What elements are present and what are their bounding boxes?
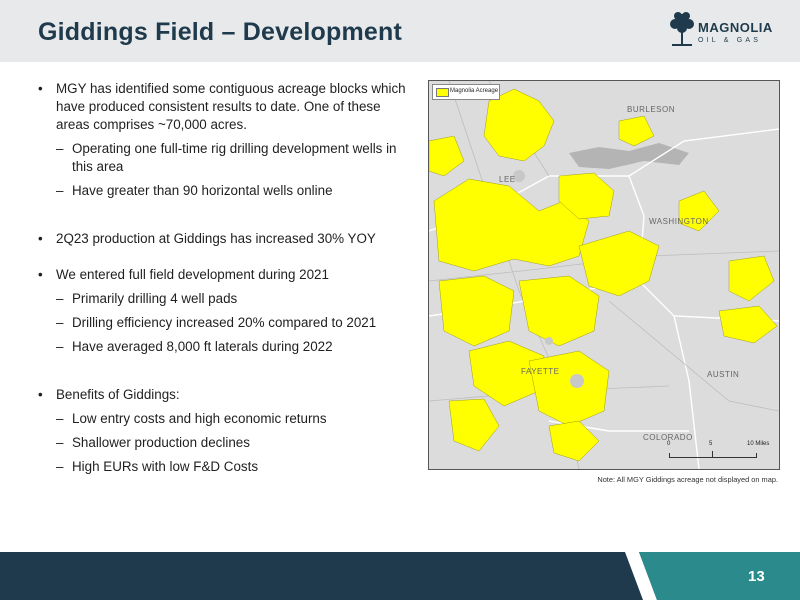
logo-tagline: OIL & GAS [698, 37, 762, 44]
legend-swatch [436, 88, 449, 97]
map-footnote: Note: All MGY Giddings acreage not displ… [597, 475, 778, 484]
sub-bullet-item: High EURs with low F&D Costs [38, 458, 408, 476]
county-label-austin: AUSTIN [707, 370, 740, 379]
map-graphic [429, 81, 779, 469]
county-label-lee: LEE [499, 175, 516, 184]
county-label-washington: WASHINGTON [649, 217, 709, 226]
header-bar: Giddings Field – Development MAGNOLIA OI… [0, 0, 800, 62]
page-title: Giddings Field – Development [38, 18, 402, 46]
county-label-fayette: FAYETTE [521, 367, 560, 376]
sub-bullet-item: Operating one full-time rig drilling dev… [38, 140, 408, 176]
scale-label-mid: 5 [709, 441, 713, 447]
scale-label-end: 10 Miles [747, 441, 770, 447]
logo-wordmark: MAGNOLIA [698, 20, 773, 35]
legend-label: Magnolia Acreage [450, 88, 499, 94]
scale-label-start: 0 [667, 441, 671, 447]
map-scale-bar [669, 451, 757, 458]
bullet-item: We entered full field development during… [38, 266, 408, 284]
bullet-item: Benefits of Giddings: [38, 386, 408, 404]
sub-bullet-item: Have greater than 90 horizontal wells on… [38, 182, 408, 200]
map-legend: Magnolia Acreage [432, 84, 500, 100]
sub-bullet-item: Shallower production declines [38, 434, 408, 452]
footer-accent-stripe [625, 552, 800, 600]
bullet-item: MGY has identified some contiguous acrea… [38, 80, 408, 134]
sub-bullet-item: Have averaged 8,000 ft laterals during 2… [38, 338, 408, 356]
acreage-map: Magnolia Acreage BURLESON LEE WASHINGTON… [428, 80, 780, 470]
tree-icon [670, 12, 694, 46]
scale-bar-tick [712, 451, 713, 457]
county-label-burleson: BURLESON [627, 105, 676, 114]
sub-bullet-item: Drilling efficiency increased 20% compar… [38, 314, 408, 332]
company-logo: MAGNOLIA OIL & GAS [668, 10, 778, 54]
bullet-item: 2Q23 production at Giddings has increase… [38, 230, 408, 248]
sub-bullet-item: Low entry costs and high economic return… [38, 410, 408, 428]
sub-bullet-item: Primarily drilling 4 well pads [38, 290, 408, 308]
bullet-list: MGY has identified some contiguous acrea… [38, 80, 408, 476]
page-number: 13 [748, 568, 765, 585]
